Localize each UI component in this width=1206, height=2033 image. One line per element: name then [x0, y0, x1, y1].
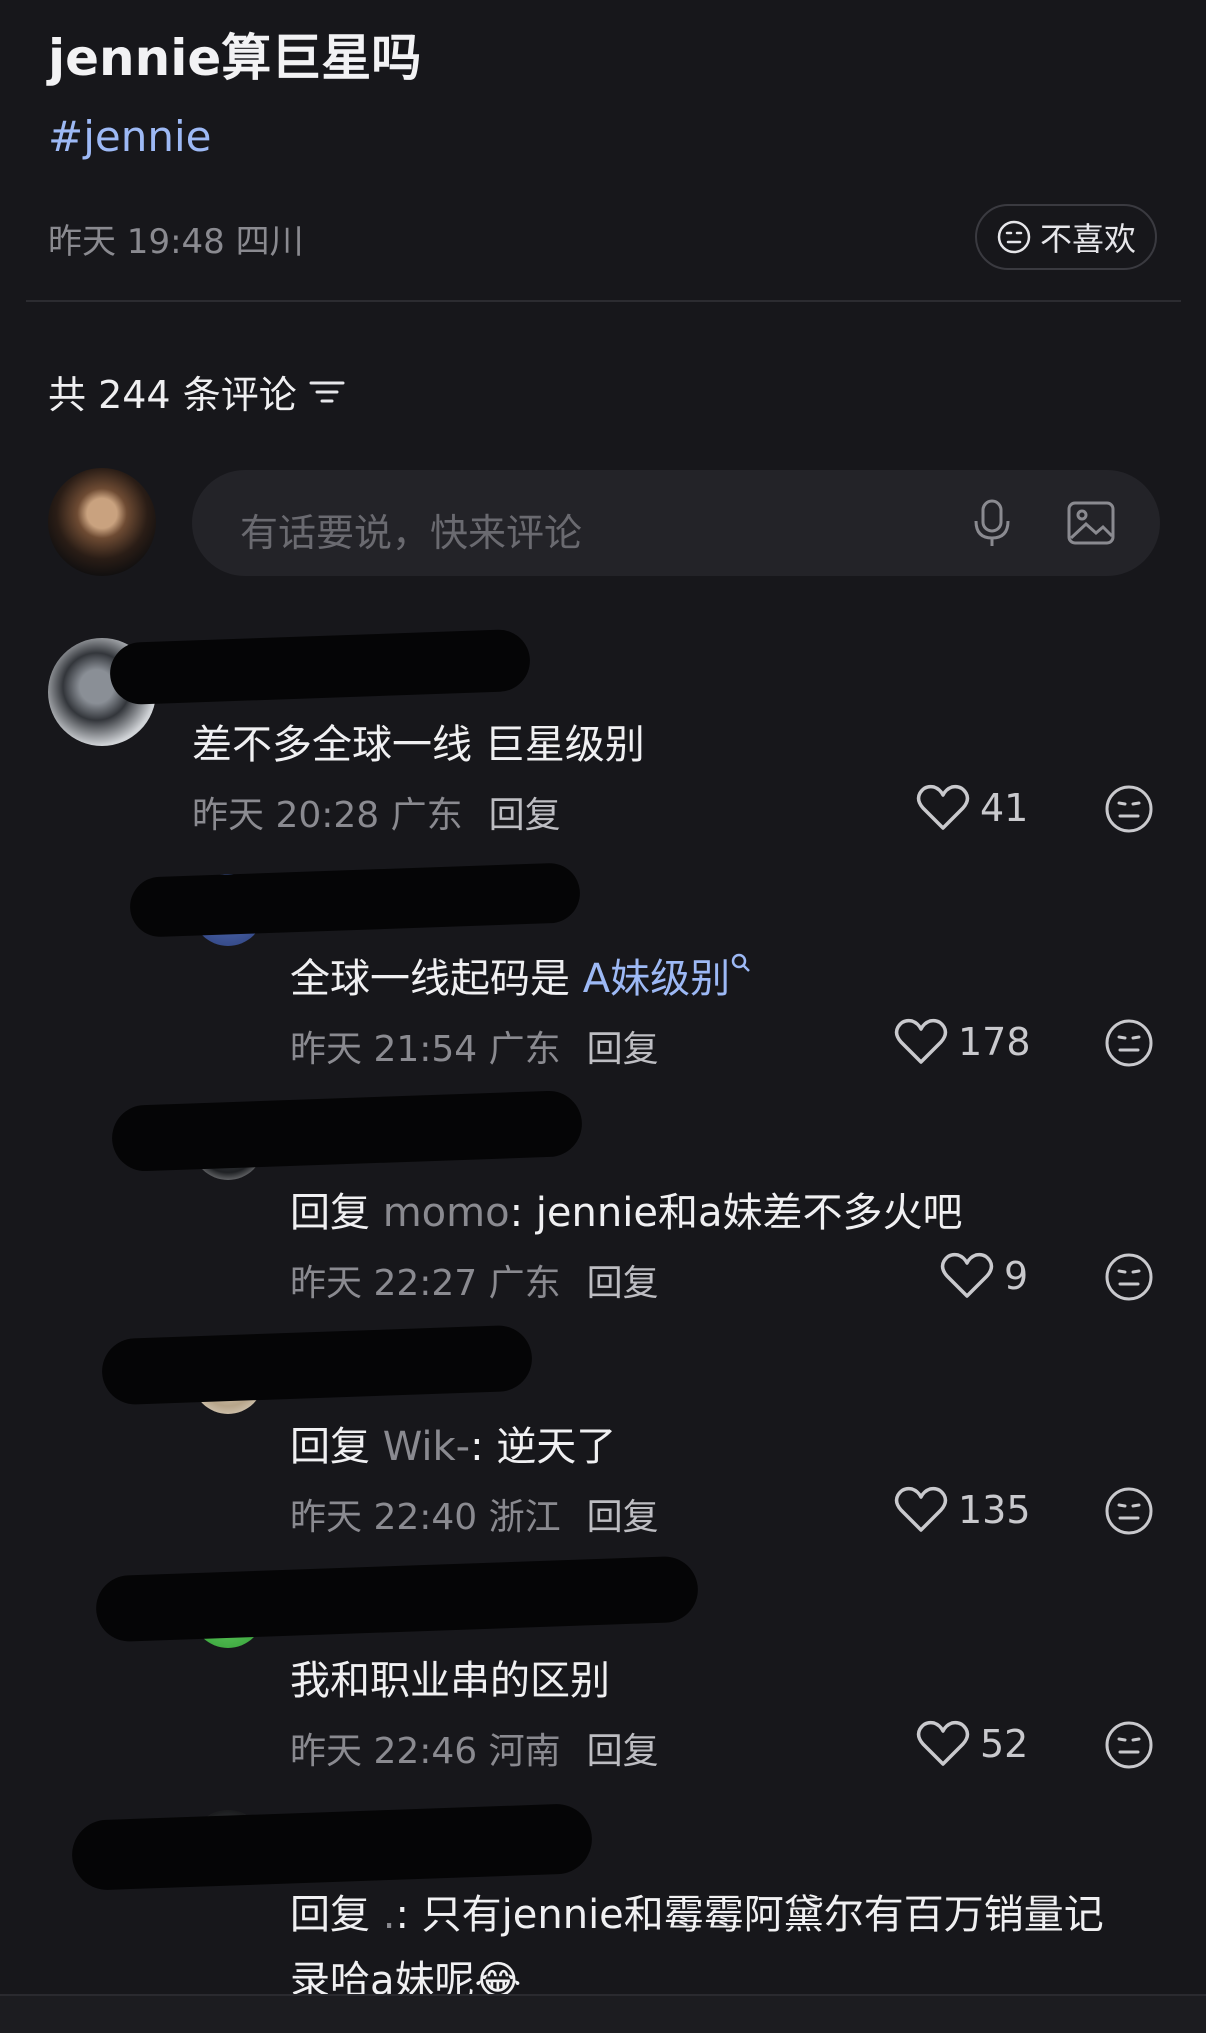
comment-text: 回复 Wik-: 逆天了 — [290, 1414, 616, 1472]
comment-meta: 昨天 21:54 广东 回复 — [290, 1020, 659, 1072]
microphone-icon[interactable] — [970, 498, 1014, 548]
redaction-scribble — [100, 1324, 534, 1406]
like-count: 135 — [958, 1488, 1031, 1532]
reply-separator: : — [470, 1424, 497, 1470]
reply-link[interactable]: 回复 — [587, 1731, 659, 1772]
post-meta: 昨天 19:48 四川 — [48, 222, 304, 262]
comment-meta: 昨天 22:27 广东 回复 — [290, 1254, 659, 1306]
like-button[interactable]: 9 — [940, 1252, 1028, 1300]
redaction-scribble — [70, 1802, 594, 1892]
image-icon[interactable] — [1066, 498, 1116, 548]
comment-body: 全球一线起码是 — [290, 956, 583, 1002]
redaction-scribble — [109, 628, 531, 706]
dislike-face-icon[interactable] — [1104, 1486, 1154, 1536]
reply-target-name[interactable]: momo — [383, 1190, 510, 1236]
reply-target-name[interactable]: Wik- — [383, 1424, 470, 1470]
dislike-face-icon[interactable] — [1104, 784, 1154, 834]
heart-icon — [894, 1486, 948, 1532]
meh-face-icon — [997, 220, 1031, 254]
comments-count-label: 共 244 条评论 — [48, 373, 297, 417]
comment-body: 差不多全球一线 巨星级别 — [192, 722, 645, 768]
like-button[interactable]: 52 — [916, 1720, 1028, 1768]
redaction-scribble — [110, 1089, 584, 1173]
search-icon[interactable] — [730, 952, 752, 974]
search-link[interactable]: A妹级别 — [583, 956, 730, 1002]
comment-text: 差不多全球一线 巨星级别 — [192, 712, 645, 770]
my-avatar[interactable] — [48, 468, 156, 576]
comment-time: 昨天 22:27 广东 — [290, 1263, 561, 1304]
like-count: 9 — [1004, 1254, 1029, 1298]
heart-icon — [940, 1252, 994, 1298]
dislike-face-icon[interactable] — [1104, 1252, 1154, 1302]
dislike-button[interactable]: 不喜欢 — [975, 204, 1157, 270]
comment-text: 全球一线起码是 A妹级别 — [290, 946, 752, 1004]
comment-input-placeholder: 有话要说，快来评论 — [240, 511, 583, 555]
dislike-label: 不喜欢 — [1039, 220, 1136, 258]
comment-time: 昨天 20:28 广东 — [192, 795, 463, 836]
reply-separator: : — [395, 1892, 422, 1938]
comment-text: 回复 momo: jennie和a妹差不多火吧 — [290, 1180, 962, 1238]
comment-text: 我和职业串的区别 — [290, 1648, 610, 1706]
reply-link[interactable]: 回复 — [587, 1029, 659, 1070]
comment-text: 回复 .: 只有jennie和霉霉阿黛尔有百万销量记 — [290, 1882, 1104, 1940]
like-count: 52 — [980, 1722, 1029, 1766]
comment-input[interactable]: 有话要说，快来评论 — [192, 470, 1160, 576]
comment-meta: 昨天 20:28 广东 回复 — [192, 786, 561, 838]
comment-meta: 昨天 22:40 浙江 回复 — [290, 1488, 659, 1540]
like-button[interactable]: 41 — [916, 784, 1028, 832]
comment-meta: 昨天 22:46 河南 回复 — [290, 1722, 659, 1774]
redaction-scribble — [95, 1555, 699, 1643]
comment-time: 昨天 22:40 浙江 — [290, 1497, 561, 1538]
post-tag[interactable]: #jennie — [48, 112, 211, 161]
reply-prefix: 回复 — [290, 1190, 383, 1236]
like-button[interactable]: 135 — [894, 1486, 1031, 1534]
like-count: 41 — [980, 786, 1029, 830]
heart-icon — [894, 1018, 948, 1064]
reply-link[interactable]: 回复 — [587, 1497, 659, 1538]
comments-count: 共 244 条评论 — [48, 364, 345, 419]
like-count: 178 — [958, 1020, 1031, 1064]
sort-icon[interactable] — [309, 377, 345, 407]
comment-body: 逆天了 — [496, 1424, 617, 1470]
reply-target-name[interactable]: . — [383, 1892, 396, 1938]
comment-body: jennie和a妹差不多火吧 — [535, 1190, 963, 1236]
like-button[interactable]: 178 — [894, 1018, 1031, 1066]
heart-icon — [916, 784, 970, 830]
comment-body: 只有jennie和霉霉阿黛尔有百万销量记 — [421, 1892, 1104, 1938]
comment-body: 我和职业串的区别 — [290, 1658, 610, 1704]
post-title: jennie算巨星吗 — [48, 29, 422, 87]
reply-link[interactable]: 回复 — [587, 1263, 659, 1304]
heart-icon — [916, 1720, 970, 1766]
dislike-face-icon[interactable] — [1104, 1720, 1154, 1770]
dislike-face-icon[interactable] — [1104, 1018, 1154, 1068]
bottom-bar — [0, 1994, 1206, 2033]
redaction-scribble — [129, 862, 581, 938]
reply-prefix: 回复 — [290, 1892, 383, 1938]
divider — [26, 300, 1181, 302]
reply-separator: : — [509, 1190, 536, 1236]
comment-time: 昨天 21:54 广东 — [290, 1029, 561, 1070]
reply-prefix: 回复 — [290, 1424, 383, 1470]
reply-link[interactable]: 回复 — [489, 795, 561, 836]
comment-time: 昨天 22:46 河南 — [290, 1731, 561, 1772]
